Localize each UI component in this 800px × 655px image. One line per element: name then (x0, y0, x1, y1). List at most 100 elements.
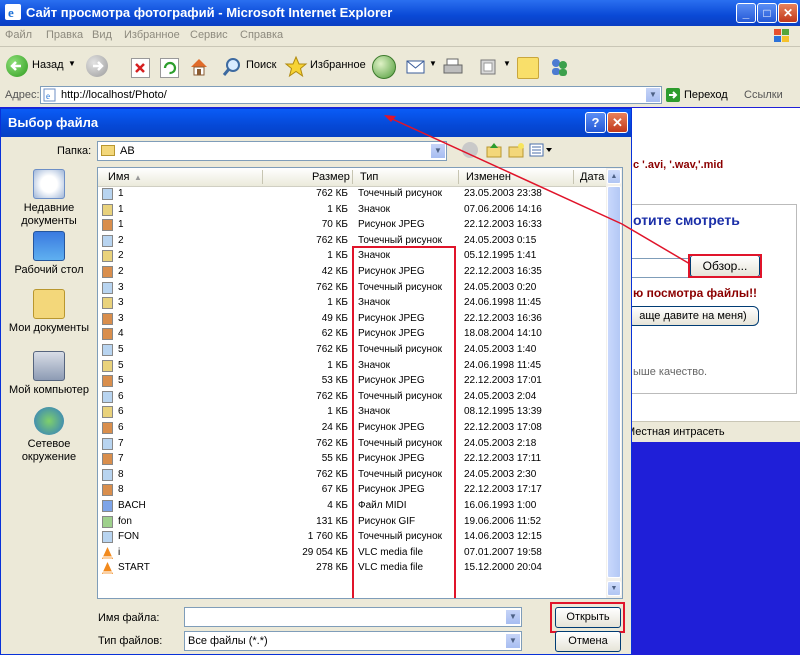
edit-dropdown-icon[interactable]: ▼ (503, 59, 511, 79)
column-modified[interactable]: Изменен (466, 171, 511, 183)
file-list-header: Имя ▲ Размер Тип Изменен Дата (98, 168, 606, 187)
file-type: Точечный рисунок (358, 188, 442, 199)
mail-icon[interactable] (405, 57, 427, 77)
file-path-input[interactable] (631, 258, 691, 278)
file-row[interactable]: 1 762 КБ Точечный рисунок 23.05.2003 23:38 (98, 187, 606, 203)
file-size: 4 КБ (327, 500, 348, 511)
filetype-dropdown-icon[interactable]: ▼ (505, 633, 521, 649)
back-button-label[interactable]: Назад (32, 59, 64, 79)
place-recent-documents[interactable]: Недавние документы (5, 169, 93, 228)
scroll-down-icon[interactable]: ▼ (607, 581, 621, 596)
back-dropdown-icon[interactable]: ▼ (68, 59, 76, 79)
jpg-file-icon (102, 422, 113, 434)
page-icon: e (43, 88, 57, 102)
stop-icon[interactable] (131, 58, 150, 78)
file-size: 762 КБ (316, 234, 348, 246)
file-modified: 24.05.2003 1:40 (464, 344, 537, 355)
file-size: 1 КБ (327, 359, 348, 371)
ie-icon: e (5, 4, 21, 20)
discuss-icon[interactable] (517, 57, 539, 79)
close-button[interactable]: ✕ (778, 3, 798, 23)
file-name: 5 (118, 359, 124, 371)
favorites-button-label[interactable]: Избранное (310, 59, 366, 79)
place-network[interactable]: Сетевое окружение (5, 407, 93, 464)
file-size: 1 КБ (327, 203, 348, 215)
address-url: http://localhost/Photo/ (61, 89, 167, 101)
go-button-label[interactable]: Переход (684, 89, 728, 101)
home-icon[interactable] (188, 56, 210, 78)
file-size: 131 КБ (316, 515, 348, 527)
back-folder-icon[interactable] (462, 142, 478, 158)
print-icon[interactable] (442, 57, 464, 77)
links-label[interactable]: Ссылки (744, 89, 783, 101)
maximize-button[interactable]: □ (757, 3, 777, 23)
file-modified: 22.12.2003 17:17 (464, 484, 542, 496)
file-name: 5 (118, 375, 124, 387)
help-icon[interactable]: ? (585, 112, 606, 133)
file-modified: 07.06.2006 14:16 (464, 203, 542, 215)
bmp-file-icon (102, 188, 113, 200)
new-folder-icon[interactable] (507, 141, 525, 159)
search-button-label[interactable]: Поиск (246, 59, 276, 79)
menu-help[interactable]: Справка (240, 29, 283, 41)
ico-file-icon (102, 359, 113, 372)
folder-dropdown-icon[interactable]: ▼ (430, 143, 446, 159)
scrollbar-thumb[interactable] (607, 186, 621, 578)
search-icon[interactable] (221, 56, 243, 78)
file-modified: 24.05.2003 2:04 (464, 390, 537, 402)
column-size[interactable]: Размер (312, 171, 350, 183)
file-modified: 22.12.2003 16:36 (464, 312, 542, 324)
filetype-select[interactable]: Все файлы (*.*) ▼ (184, 631, 522, 651)
bmp-file-icon (102, 468, 113, 481)
favorites-star-icon[interactable] (284, 55, 308, 79)
address-input[interactable]: e http://localhost/Photo/ ▼ (40, 86, 662, 104)
back-arrow-icon[interactable] (6, 55, 28, 77)
history-icon[interactable] (372, 55, 396, 79)
my-computer-icon (33, 351, 65, 381)
menu-favorites[interactable]: Избранное (124, 29, 180, 41)
minimize-button[interactable]: _ (736, 3, 756, 23)
scroll-up-icon[interactable]: ▲ (607, 169, 621, 184)
up-folder-icon[interactable] (485, 141, 503, 159)
view-menu-icon[interactable] (529, 142, 553, 158)
file-name: BACH (118, 500, 146, 511)
refresh-icon[interactable] (160, 58, 179, 78)
messenger-icon[interactable] (548, 56, 570, 78)
place-my-documents[interactable]: Мои документы (5, 289, 93, 335)
file-name: 8 (118, 484, 124, 496)
press-me-button[interactable]: аще давите на меня) (627, 306, 759, 326)
file-size: 70 КБ (321, 219, 348, 231)
address-dropdown-icon[interactable]: ▼ (645, 87, 661, 103)
cancel-button[interactable]: Отмена (555, 631, 621, 652)
bmp-file-icon (102, 437, 113, 450)
edit-icon[interactable] (478, 57, 498, 77)
file-row[interactable]: 1 1 КБ Значок 07.06.2006 14:16 (98, 203, 606, 219)
folder-select[interactable]: AB ▼ (97, 141, 447, 161)
file-modified: 19.06.2006 11:52 (464, 515, 542, 527)
column-name[interactable]: Имя (108, 171, 129, 183)
filename-input[interactable]: ▼ (184, 607, 522, 627)
file-modified: 22.12.2003 17:11 (464, 453, 542, 465)
vertical-scrollbar[interactable]: ▲ ▼ (606, 168, 622, 598)
vlc-file-icon (102, 562, 113, 575)
go-arrow-icon[interactable] (666, 88, 680, 102)
column-date[interactable]: Дата (580, 171, 604, 183)
dialog-close-icon[interactable]: ✕ (607, 112, 628, 133)
address-label: Адрес: (5, 89, 40, 101)
menu-tools[interactable]: Сервис (190, 29, 228, 41)
menu-view[interactable]: Вид (92, 29, 112, 41)
clock-icon (33, 169, 65, 199)
bmp-file-icon (102, 344, 113, 356)
file-row[interactable]: 1 70 КБ Рисунок JPEG 22.12.2003 16:33 (98, 218, 606, 234)
jpg-file-icon (102, 312, 113, 325)
forward-arrow-icon[interactable] (86, 55, 108, 77)
menu-file[interactable]: Файл (5, 29, 32, 41)
filename-dropdown-icon[interactable]: ▼ (505, 609, 521, 625)
place-desktop[interactable]: Рабочий стол (5, 231, 93, 277)
file-name: 2 (118, 250, 124, 262)
column-type[interactable]: Тип (360, 171, 378, 183)
file-name: 3 (118, 297, 124, 309)
mail-dropdown-icon[interactable]: ▼ (429, 59, 437, 79)
place-my-computer[interactable]: Мой компьютер (5, 351, 93, 397)
menu-edit[interactable]: Правка (46, 29, 83, 41)
